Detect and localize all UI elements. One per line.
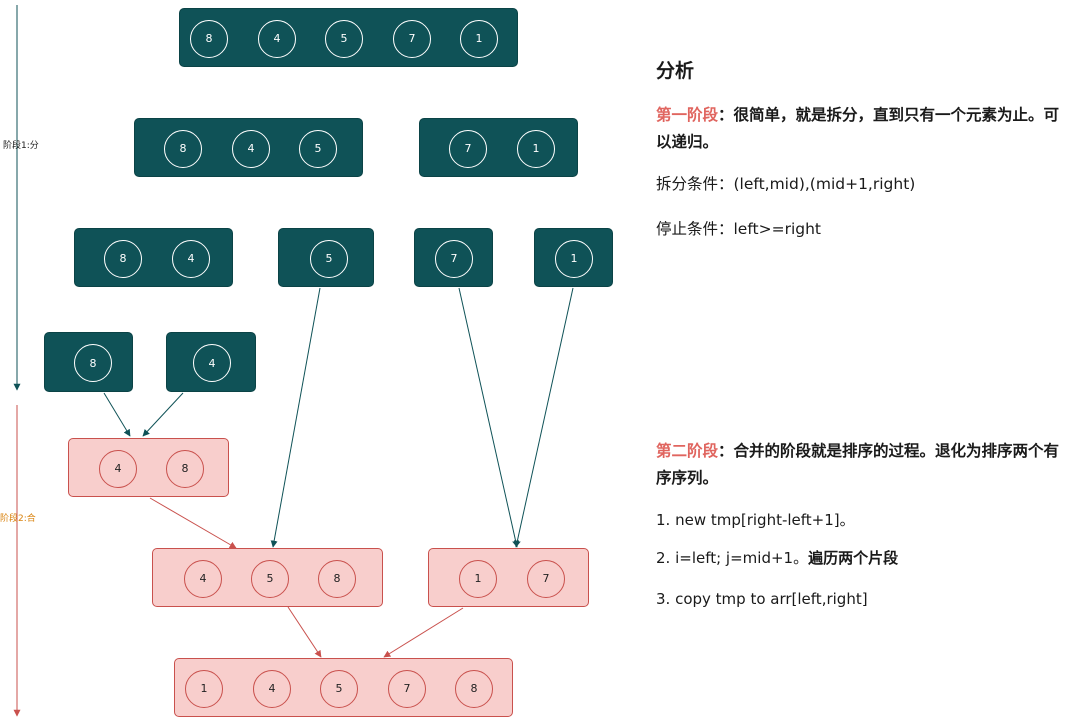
array-element: 4	[232, 129, 270, 168]
array-element: 5	[299, 129, 337, 168]
array-element: 4	[184, 559, 222, 598]
split-node-r3a: 8	[44, 332, 133, 392]
array-element: 7	[388, 669, 426, 708]
merge-step-3: 3. copy tmp to arr[left,right]	[656, 590, 868, 608]
array-element: 1	[517, 129, 555, 168]
edge-m1-to-m2a	[149, 497, 237, 549]
array-element: 5	[251, 559, 289, 598]
array-element: 1	[459, 559, 497, 598]
merge-node-m1: 48	[68, 438, 229, 497]
array-element: 5	[325, 19, 363, 58]
array-element: 8	[164, 129, 202, 168]
split-condition: 拆分条件：(left,mid),(mid+1,right)	[656, 175, 916, 193]
array-element: 7	[527, 559, 565, 598]
split-node-r2b: 5	[278, 228, 374, 287]
split-stage-label: 阶段1:分	[3, 141, 39, 151]
array-element: 8	[455, 669, 493, 708]
edge-r2c-to-m2b	[458, 287, 520, 548]
array-element: 8	[74, 344, 112, 382]
array-element: 7	[435, 239, 473, 278]
split-node-r2d: 1	[534, 228, 613, 287]
edge-r3b-to-m1	[142, 392, 184, 437]
edge-r2d-to-m2b	[513, 287, 574, 548]
array-element: 4	[258, 19, 296, 58]
stage1-label: 第一阶段	[656, 106, 719, 124]
array-element: 4	[99, 449, 137, 488]
edge-m2a-to-m3	[287, 606, 322, 658]
array-element: 1	[185, 669, 223, 708]
array-element: 8	[166, 449, 204, 488]
array-element: 8	[190, 19, 228, 58]
stage2-description: 第二阶段：合并的阶段就是排序的过程。退化为排序两个有序序列。	[656, 438, 1066, 492]
stage2-label: 第二阶段	[656, 442, 719, 460]
merge-step-2-bold: 遍历两个片段	[808, 549, 899, 567]
merge-stage-label: 阶段2:合	[0, 514, 36, 524]
edge-m2b-to-m3	[383, 607, 464, 658]
array-element: 4	[193, 344, 231, 382]
array-element: 5	[310, 239, 348, 278]
stage1-description: 第一阶段：很简单，就是拆分，直到只有一个元素为止。可以递归。	[656, 102, 1066, 156]
edge-r3a-to-m1	[103, 392, 131, 437]
array-element: 4	[253, 669, 291, 708]
split-node-r0: 84571	[179, 8, 518, 67]
split-node-r2a: 84	[74, 228, 233, 287]
array-element: 1	[460, 19, 498, 58]
merge-node-m3: 14578	[174, 658, 513, 717]
merge-step-2-text: 2. i=left; j=mid+1。	[656, 549, 809, 567]
split-node-r1b: 71	[419, 118, 578, 177]
array-element: 7	[449, 129, 487, 168]
merge-node-m2b: 17	[428, 548, 589, 607]
array-element: 5	[320, 669, 358, 708]
array-element: 7	[393, 19, 431, 58]
array-element: 1	[555, 239, 593, 278]
merge-node-m2a: 458	[152, 548, 383, 607]
merge-step-2: 2. i=left; j=mid+1。遍历两个片段	[656, 547, 1066, 569]
split-node-r2c: 7	[414, 228, 493, 287]
array-element: 8	[318, 559, 356, 598]
split-node-r3b: 4	[166, 332, 256, 392]
array-element: 8	[104, 239, 142, 278]
split-node-r1a: 845	[134, 118, 363, 177]
analysis-title: 分析	[656, 60, 695, 82]
array-element: 4	[172, 239, 210, 278]
stop-condition: 停止条件：left>=right	[656, 220, 821, 238]
edge-r2b-to-m2a	[270, 287, 321, 548]
merge-step-1: 1. new tmp[right-left+1]。	[656, 511, 855, 529]
